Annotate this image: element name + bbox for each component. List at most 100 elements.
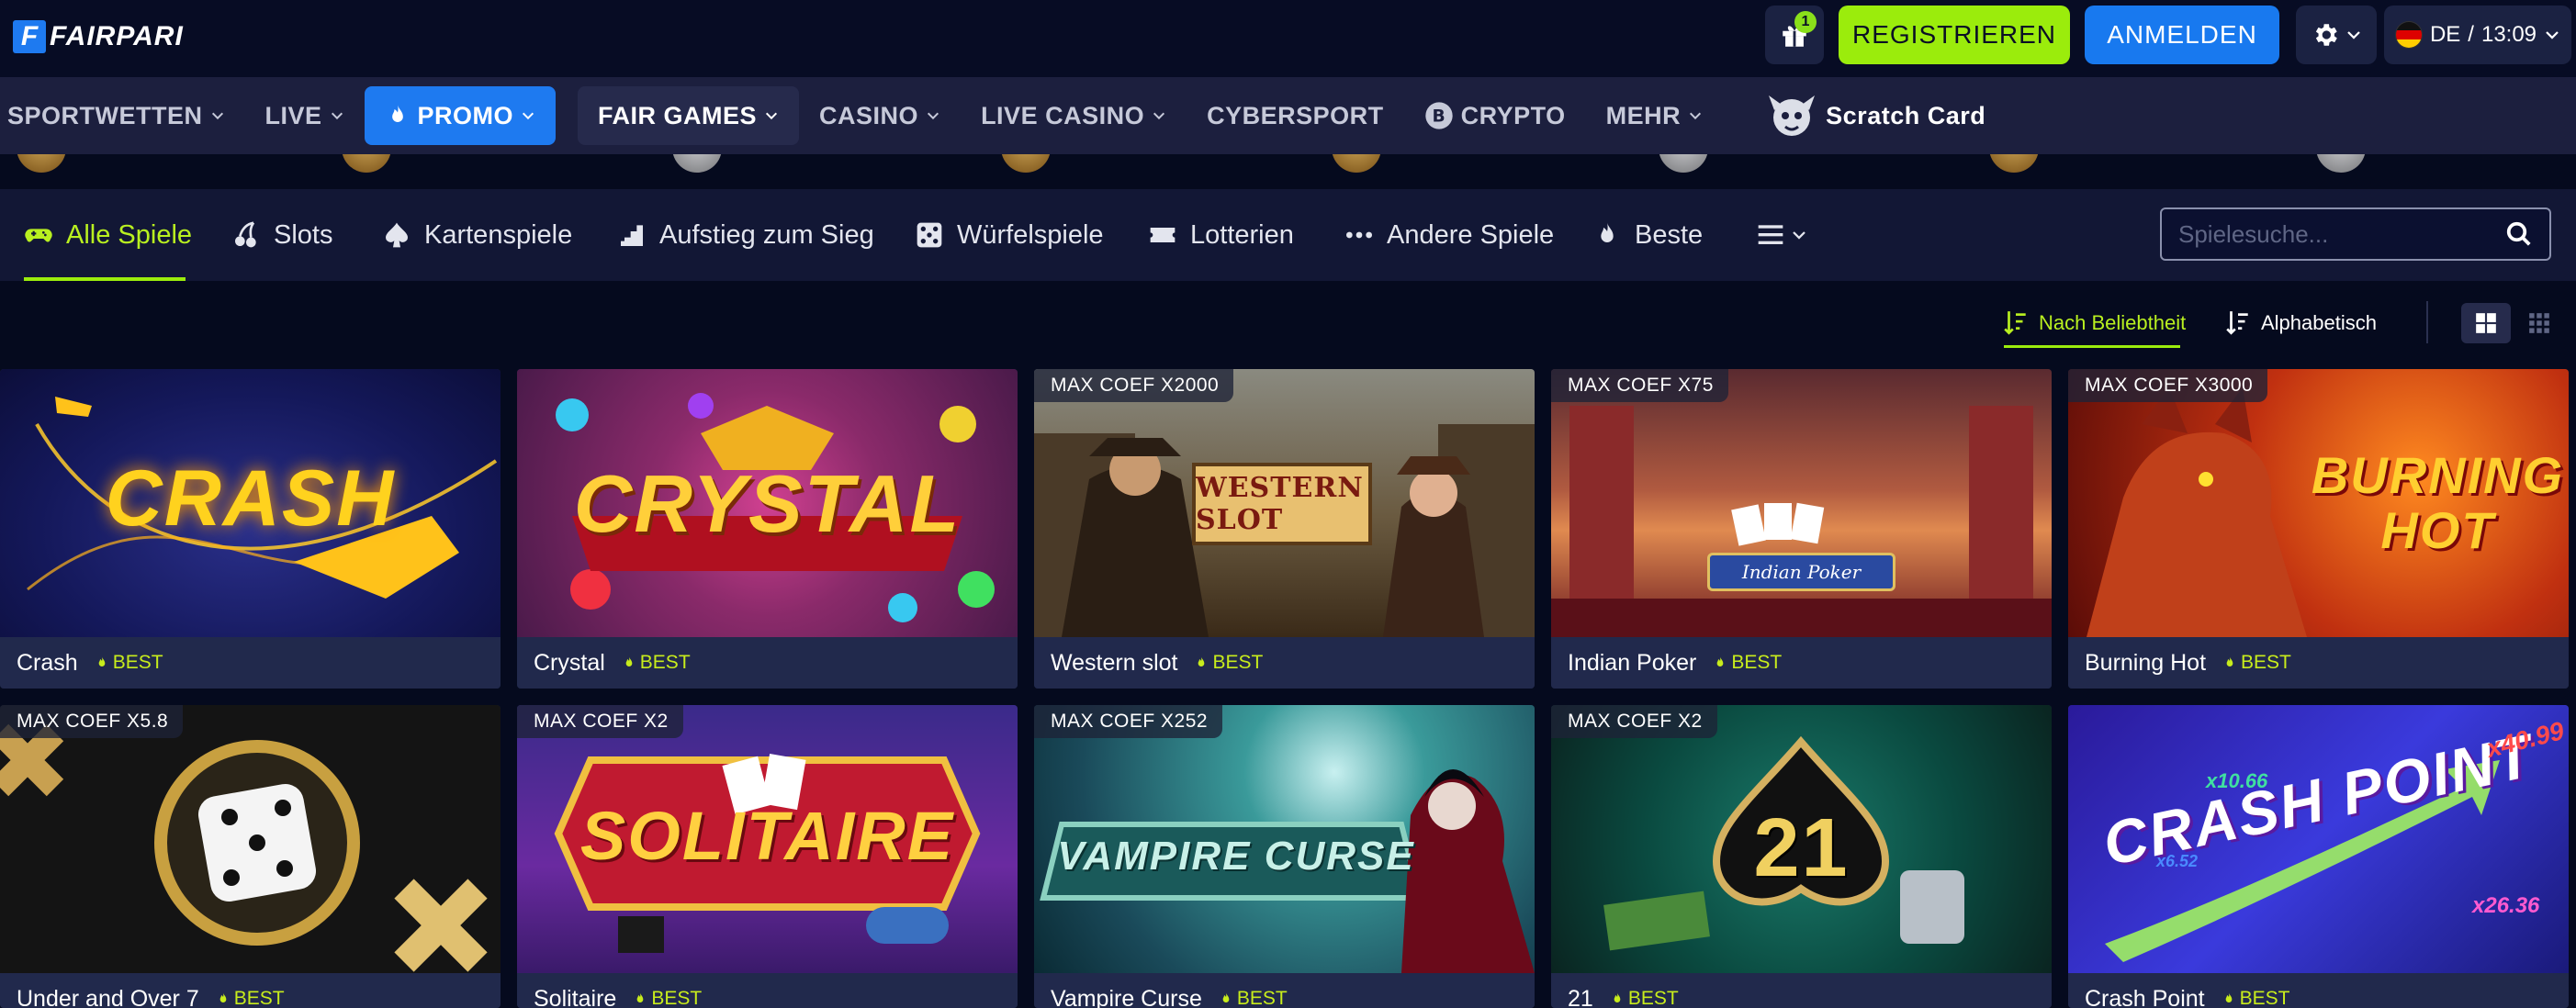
game-name: Indian Poker xyxy=(1568,649,1697,676)
game-thumbnail[interactable]: CRASH POINT x10.66 x40.99 x26.36 x6.52 xyxy=(2068,705,2569,973)
game-card-crash[interactable]: CRASH Crash BEST xyxy=(0,369,501,689)
register-button[interactable]: REGISTRIEREN xyxy=(1839,6,2070,64)
category-label: Aufstieg zum Sieg xyxy=(659,219,874,250)
german-flag-icon xyxy=(2394,21,2423,49)
coin-decoration xyxy=(342,154,391,173)
nav-label: CRYPTO xyxy=(1460,101,1566,129)
game-name: Crash Point xyxy=(2085,985,2205,1008)
best-badge: BEST xyxy=(1610,988,1679,1008)
flame-icon xyxy=(2225,992,2232,1002)
badge-label: BEST xyxy=(2241,652,2291,673)
game-thumbnail[interactable]: MAX COEF X5.8 xyxy=(0,705,501,973)
search-input[interactable] xyxy=(2178,219,2505,249)
gift-button[interactable] xyxy=(1765,6,1824,64)
best-badge: BEST xyxy=(1219,988,1288,1008)
login-button[interactable]: ANMELDEN xyxy=(2085,6,2279,64)
game-card-under-and-over-7[interactable]: MAX COEF X5.8 Under and Over 7 BEST xyxy=(0,705,501,1008)
max-coef-badge: MAX COEF X75 xyxy=(1551,369,1728,402)
game-thumbnail[interactable]: BURNING HOT MAX COEF X3000 xyxy=(2068,369,2569,637)
category-wuerfelspiele[interactable]: Würfelspiele xyxy=(915,189,1104,281)
nav-live-casino[interactable]: LIVE CASINO xyxy=(961,86,1187,145)
art-title: Indian Poker xyxy=(1741,561,1862,583)
badge-label: BEST xyxy=(1236,988,1288,1008)
sort-by-popularity[interactable]: Nach Beliebtheit xyxy=(2004,303,2186,343)
game-card-21[interactable]: 21 MAX COEF X2 21 BEST xyxy=(1551,705,2052,1008)
game-card-footer: Burning Hot BEST xyxy=(2068,637,2569,689)
list-icon xyxy=(1758,225,1783,244)
game-card-western-slot[interactable]: WESTERN SLOT MAX COEF X2000 Western slot… xyxy=(1034,369,1535,689)
category-kartenspiele[interactable]: Kartenspiele xyxy=(382,189,572,281)
max-coef-badge: MAX COEF X5.8 xyxy=(0,705,184,738)
game-thumbnail[interactable]: VAMPIRE CURSE MAX COEF X252 xyxy=(1034,705,1535,973)
search-icon[interactable] xyxy=(2505,220,2533,248)
game-thumbnail[interactable]: 21 MAX COEF X2 xyxy=(1551,705,2052,973)
sort-alphabetical[interactable]: Alphabetisch xyxy=(2226,303,2377,343)
nav-fair-games[interactable]: FAIR GAMES xyxy=(578,86,800,145)
flame-icon xyxy=(391,105,403,122)
nav-scratch-card[interactable]: Scratch Card xyxy=(1745,86,2006,145)
category-andere-spiele[interactable]: Andere Spiele xyxy=(1344,189,1554,281)
nav-label: LIVE CASINO xyxy=(981,101,1145,129)
nav-label: LIVE xyxy=(264,101,322,129)
steps-icon xyxy=(621,225,643,246)
category-alle-spiele[interactable]: Alle Spiele xyxy=(24,189,192,281)
language-code: DE xyxy=(2429,22,2461,47)
language-time-selector[interactable]: DE / 13:09 xyxy=(2384,6,2571,64)
large-grid-view-button[interactable] xyxy=(2461,303,2511,343)
game-card-burning-hot[interactable]: BURNING HOT MAX COEF X3000 Burning Hot B… xyxy=(2068,369,2569,689)
max-coef-badge: MAX COEF X252 xyxy=(1034,705,1223,738)
category-beste[interactable]: Beste xyxy=(1592,189,1703,281)
game-thumbnail[interactable]: CRYSTAL xyxy=(517,369,1018,637)
coin-decoration xyxy=(1659,154,1708,173)
coin-decoration xyxy=(1332,154,1381,173)
category-aufstieg-zum-sieg[interactable]: Aufstieg zum Sieg xyxy=(617,189,874,281)
nav-label: PROMO xyxy=(417,101,514,129)
nav-casino[interactable]: CASINO xyxy=(799,86,961,145)
game-card-footer: 21 BEST xyxy=(1551,973,2052,1008)
category-slots[interactable]: Slots xyxy=(231,189,332,281)
game-search[interactable] xyxy=(2160,207,2551,261)
nav-live[interactable]: LIVE xyxy=(245,86,365,145)
game-card-vampire-curse[interactable]: VAMPIRE CURSE MAX COEF X252 Vampire Curs… xyxy=(1034,705,1535,1008)
category-label: Würfelspiele xyxy=(957,219,1104,250)
divider xyxy=(2426,301,2428,343)
game-name: Under and Over 7 xyxy=(17,985,199,1008)
game-thumbnail[interactable]: WESTERN SLOT MAX COEF X2000 xyxy=(1034,369,1535,637)
nav-crypto[interactable]: B CRYPTO xyxy=(1404,86,1586,145)
category-label: Alle Spiele xyxy=(66,219,193,250)
category-more-menu[interactable] xyxy=(1756,189,1807,281)
game-thumbnail[interactable]: CRASH xyxy=(0,369,501,637)
art-title: CRYSTAL xyxy=(573,458,962,549)
game-thumbnail[interactable]: Indian Poker MAX COEF X75 xyxy=(1551,369,2052,637)
settings-button[interactable] xyxy=(2296,6,2377,64)
chevron-down-icon xyxy=(2347,31,2360,39)
game-card-indian-poker[interactable]: Indian Poker MAX COEF X75 Indian Poker B… xyxy=(1551,369,2052,689)
game-card-solitaire[interactable]: SOLITAIRE MAX COEF X2 Solitaire BEST xyxy=(517,705,1018,1008)
brand-logo[interactable]: F FAIRPARI xyxy=(13,18,184,55)
nav-sportwetten[interactable]: SPORTWETTEN xyxy=(0,86,245,145)
category-lotterien[interactable]: Lotterien xyxy=(1148,189,1294,281)
small-grid-view-button[interactable] xyxy=(2514,303,2564,343)
nav-cybersport[interactable]: CYBERSPORT xyxy=(1187,86,1404,145)
game-name: Solitaire xyxy=(534,985,617,1008)
nav-label: FAIR GAMES xyxy=(598,101,758,129)
nav-promo[interactable]: PROMO xyxy=(364,86,557,145)
art-title: VAMPIRE CURSE xyxy=(1057,834,1415,879)
max-coef-badge: MAX COEF X2 xyxy=(517,705,683,738)
category-label: Andere Spiele xyxy=(1387,219,1555,250)
game-card-footer: Solitaire BEST xyxy=(517,973,1018,1008)
game-name: Burning Hot xyxy=(2085,649,2207,676)
game-card-crash-point[interactable]: CRASH POINT x10.66 x40.99 x26.36 x6.52 C… xyxy=(2068,705,2569,1008)
nav-mehr[interactable]: MEHR xyxy=(1586,86,1724,145)
promo-banner-edge xyxy=(0,154,2576,189)
art-title: CRASH xyxy=(105,454,396,543)
game-thumbnail[interactable]: SOLITAIRE MAX COEF X2 xyxy=(517,705,1018,973)
coin-decoration xyxy=(2316,154,2366,173)
indian-poker-banner: Indian Poker xyxy=(1707,553,1895,591)
category-label: Slots xyxy=(274,219,333,250)
flame-icon xyxy=(219,992,227,1002)
badge-label: BEST xyxy=(233,988,285,1008)
game-card-crystal[interactable]: CRYSTAL Crystal BEST xyxy=(517,369,1018,689)
game-card-footer: Vampire Curse BEST xyxy=(1034,973,1535,1008)
best-badge: BEST xyxy=(633,988,702,1008)
